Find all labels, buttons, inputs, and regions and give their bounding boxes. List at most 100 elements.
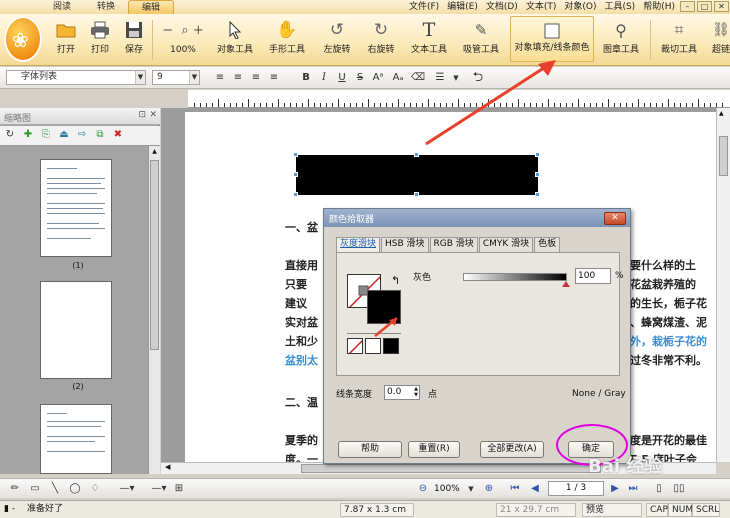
menu-tools[interactable]: 工具(S) xyxy=(600,0,639,14)
tab-rgb-slider[interactable]: RGB 滑块 xyxy=(429,237,478,252)
close-icon[interactable]: ✕ xyxy=(149,110,157,120)
dash-style-icon[interactable]: —▾ xyxy=(144,482,174,496)
zoom-out-icon[interactable]: ⊖ xyxy=(416,482,430,496)
stamp-tool-button[interactable]: ⚲ 图章工具 xyxy=(600,16,642,62)
fill-bucket-icon[interactable]: ♢ xyxy=(88,482,102,496)
dialog-close-button[interactable]: ✕ xyxy=(604,212,626,225)
underline-icon[interactable]: U xyxy=(334,71,350,85)
rotate-right-button[interactable]: ↻ 右旋转 xyxy=(364,16,398,62)
page-thumbnail[interactable] xyxy=(40,404,112,474)
page-number-field[interactable]: 1 / 3 xyxy=(548,481,604,496)
slider-thumb[interactable] xyxy=(562,281,570,287)
thumbnail-scrollbar[interactable]: ▲ xyxy=(148,146,160,474)
resize-handle[interactable] xyxy=(535,172,540,177)
ellipse-icon[interactable]: ◯ xyxy=(68,482,82,496)
maximize-button[interactable]: □ xyxy=(697,1,712,12)
scroll-up-icon[interactable]: ▲ xyxy=(150,148,159,157)
hyperlink-button[interactable]: ⛓ 超链 xyxy=(712,16,730,62)
superscript-icon[interactable]: Aᵃ xyxy=(370,71,386,85)
font-list-select[interactable]: 字体列表 ▼ xyxy=(6,70,146,85)
zoom-control[interactable]: − ⌕ + 100% xyxy=(158,16,208,62)
tab-read[interactable]: 阅读 xyxy=(40,0,84,14)
object-tool-button[interactable]: 对象工具 xyxy=(214,16,256,62)
line-icon[interactable]: ╲ xyxy=(48,482,62,496)
align-right-icon[interactable]: ≡ xyxy=(248,71,264,85)
duplicate-page-icon[interactable]: ⧉ xyxy=(94,129,106,141)
first-page-icon[interactable]: ⏮ xyxy=(508,482,522,496)
gray-value-input[interactable]: 100 xyxy=(575,268,611,284)
tab-swatches[interactable]: 色板 xyxy=(534,237,561,252)
chevron-down-icon[interactable]: ▼ xyxy=(464,482,478,496)
resize-handle[interactable] xyxy=(293,192,298,197)
scroll-thumb[interactable] xyxy=(301,464,601,473)
delete-page-icon[interactable]: ✖ xyxy=(112,129,124,141)
scroll-up-icon[interactable]: ▲ xyxy=(719,110,724,117)
spinner-arrows-icon[interactable]: ▲ ▼ xyxy=(414,386,418,398)
pencil-icon[interactable]: ✏ xyxy=(8,482,22,496)
resize-handle[interactable] xyxy=(414,192,419,197)
menu-object[interactable]: 对象(O) xyxy=(560,0,600,14)
dialog-title-bar[interactable]: 颜色拾取器 ✕ xyxy=(324,209,630,227)
align-left-icon[interactable]: ≡ xyxy=(212,71,228,85)
line-width-input[interactable]: 0.0 ▲ ▼ xyxy=(384,385,420,400)
rotate-left-button[interactable]: ↺ 左旋转 xyxy=(320,16,354,62)
font-size-select[interactable]: 9 ▼ xyxy=(152,70,200,85)
help-button[interactable]: 帮助 xyxy=(338,441,402,458)
tab-hsb-slider[interactable]: HSB 滑块 xyxy=(381,237,429,252)
resize-handle[interactable] xyxy=(535,152,540,157)
add-page-icon[interactable]: ✚ xyxy=(22,129,34,141)
gray-slider[interactable] xyxy=(463,273,567,281)
menu-edit[interactable]: 编辑(E) xyxy=(443,0,482,14)
insert-page-icon[interactable]: ⎘ xyxy=(40,129,52,141)
resize-handle[interactable] xyxy=(535,192,540,197)
tab-convert[interactable]: 转换 xyxy=(84,0,128,14)
italic-icon[interactable]: I xyxy=(316,71,332,85)
resize-handle[interactable] xyxy=(293,152,298,157)
previous-page-icon[interactable]: ◀ xyxy=(528,482,542,496)
save-button[interactable]: 保存 xyxy=(120,16,148,62)
rotate-page-icon[interactable]: ↻ xyxy=(4,129,16,141)
swap-colors-icon[interactable]: ↰ xyxy=(391,274,400,287)
resize-handle[interactable] xyxy=(293,172,298,177)
zoom-in-icon[interactable]: ⊕ xyxy=(482,482,496,496)
single-page-icon[interactable]: ▯ xyxy=(652,482,666,496)
change-all-button[interactable]: 全部更改(A) xyxy=(480,441,544,458)
pin-icon[interactable]: ⊡ xyxy=(138,110,146,120)
selected-rectangle-object[interactable] xyxy=(296,155,538,195)
menu-file[interactable]: 文件(F) xyxy=(405,0,443,14)
grid-icon[interactable]: ⊞ xyxy=(172,482,186,496)
print-button[interactable]: 打印 xyxy=(86,16,114,62)
align-center-icon[interactable]: ≡ xyxy=(230,71,246,85)
extract-page-icon[interactable]: ⏏ xyxy=(58,129,70,141)
two-page-icon[interactable]: ▯▯ xyxy=(672,482,686,496)
none-color-swatch[interactable] xyxy=(347,338,363,354)
scroll-left-icon[interactable]: ◀ xyxy=(165,463,170,471)
line-style-icon[interactable]: —▾ xyxy=(112,482,142,496)
subscript-icon[interactable]: Aₐ xyxy=(390,71,406,85)
white-color-swatch[interactable] xyxy=(365,338,381,354)
page-thumbnail[interactable] xyxy=(40,159,112,257)
menu-document[interactable]: 文档(D) xyxy=(482,0,522,14)
menu-text[interactable]: 文本(T) xyxy=(522,0,561,14)
page-thumbnail[interactable] xyxy=(40,281,112,379)
black-color-swatch[interactable] xyxy=(383,338,399,354)
strikethrough-icon[interactable]: S xyxy=(352,71,368,85)
vertical-scrollbar[interactable]: ▲ xyxy=(716,108,730,462)
app-logo[interactable]: ❀ xyxy=(4,16,42,62)
move-page-icon[interactable]: ⇨ xyxy=(76,129,88,141)
align-justify-icon[interactable]: ≡ xyxy=(266,71,282,85)
scroll-thumb[interactable] xyxy=(719,136,728,176)
minimize-button[interactable]: – xyxy=(680,1,695,12)
crop-tool-button[interactable]: ⌗ 裁切工具 xyxy=(658,16,700,62)
last-page-icon[interactable]: ⏭ xyxy=(626,482,640,496)
reset-button[interactable]: 重置(R) xyxy=(408,441,460,458)
hand-tool-button[interactable]: ✋ 手形工具 xyxy=(266,16,308,62)
close-button[interactable]: ✕ xyxy=(714,1,729,12)
tab-gray-slider[interactable]: 灰度滑块 xyxy=(336,237,381,252)
tab-edit[interactable]: 编辑 xyxy=(128,0,175,14)
menu-help[interactable]: 帮助(H) xyxy=(639,0,679,14)
open-button[interactable]: 打开 xyxy=(52,16,80,62)
zoom-level[interactable]: 100% xyxy=(434,484,460,494)
rectangle-icon[interactable]: ▭ xyxy=(28,482,42,496)
tab-cmyk-slider[interactable]: CMYK 滑块 xyxy=(478,237,534,252)
